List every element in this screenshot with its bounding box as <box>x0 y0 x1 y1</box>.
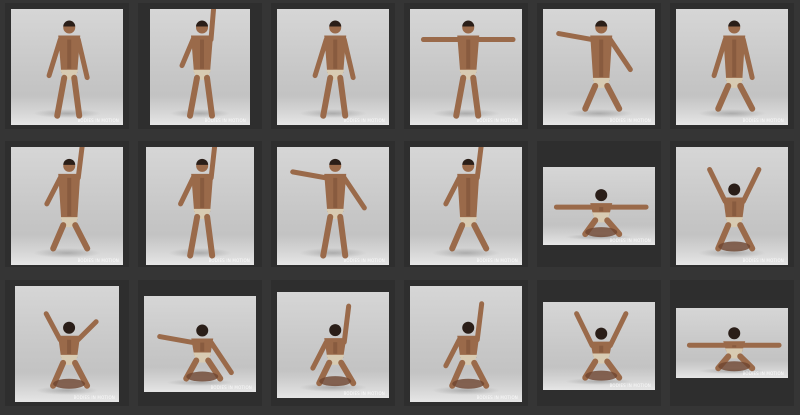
thumbnail-image[interactable]: BODIES IN MOTION <box>410 9 522 125</box>
thumbnail-cell[interactable]: BODIES IN MOTION <box>670 3 794 129</box>
thumbnail-cell[interactable]: BODIES IN MOTION <box>537 141 661 267</box>
thumbnail-image[interactable]: BODIES IN MOTION <box>676 9 788 125</box>
thumbnail-image[interactable]: BODIES IN MOTION <box>676 308 788 378</box>
thumbnail-cell[interactable]: BODIES IN MOTION <box>138 3 262 129</box>
figure-pose <box>178 147 218 259</box>
thumbnail-image[interactable]: BODIES IN MOTION <box>543 9 655 125</box>
figure-pose <box>574 311 629 381</box>
thumbnail-cell[interactable]: BODIES IN MOTION <box>404 3 528 129</box>
thumbnail-cell[interactable]: BODIES IN MOTION <box>271 280 395 406</box>
figure-pose <box>443 301 490 389</box>
figure-pose <box>157 324 234 382</box>
watermark: BODIES IN MOTION <box>204 118 246 123</box>
thumbnail-cell[interactable]: BODIES IN MOTION <box>271 3 395 129</box>
thumbnail-image[interactable]: BODIES IN MOTION <box>144 296 256 392</box>
thumbnail-cell[interactable]: BODIES IN MOTION <box>404 141 528 267</box>
thumbnail-image[interactable]: BODIES IN MOTION <box>543 167 655 245</box>
figure-pose <box>707 166 762 252</box>
thumbnail-image[interactable]: BODIES IN MOTION <box>15 286 119 402</box>
figure-pose <box>312 20 356 119</box>
watermark: BODIES IN MOTION <box>343 118 385 123</box>
thumbnail-cell[interactable]: BODIES IN MOTION <box>5 3 129 129</box>
thumbnail-cell[interactable]: BODIES IN MOTION <box>670 141 794 267</box>
watermark: BODIES IN MOTION <box>609 383 651 388</box>
thumbnail-image[interactable]: BODIES IN MOTION <box>11 9 123 125</box>
watermark: BODIES IN MOTION <box>208 258 250 263</box>
figure-pose <box>443 147 490 252</box>
figure-pose <box>46 20 90 119</box>
thumbnail-cell[interactable]: BODIES IN MOTION <box>138 280 262 406</box>
thumbnail-image[interactable]: BODIES IN MOTION <box>277 147 389 265</box>
thumbnail-image[interactable]: BODIES IN MOTION <box>676 147 788 265</box>
thumbnail-image[interactable]: BODIES IN MOTION <box>150 9 250 125</box>
watermark: BODIES IN MOTION <box>77 258 119 263</box>
watermark: BODIES IN MOTION <box>476 395 518 400</box>
watermark: BODIES IN MOTION <box>742 118 784 123</box>
thumbnail-image[interactable]: BODIES IN MOTION <box>11 147 123 265</box>
watermark: BODIES IN MOTION <box>476 118 518 123</box>
thumbnail-image[interactable]: BODIES IN MOTION <box>410 286 522 402</box>
watermark: BODIES IN MOTION <box>742 371 784 376</box>
watermark: BODIES IN MOTION <box>210 385 252 390</box>
thumbnail-image[interactable]: BODIES IN MOTION <box>277 9 389 125</box>
thumbnail-image[interactable]: BODIES IN MOTION <box>277 292 389 398</box>
watermark: BODIES IN MOTION <box>77 118 119 123</box>
figure-pose <box>310 303 357 387</box>
watermark: BODIES IN MOTION <box>742 258 784 263</box>
figure-pose <box>43 311 99 389</box>
thumbnail-cell[interactable]: BODIES IN MOTION <box>271 141 395 267</box>
thumbnail-image[interactable]: BODIES IN MOTION <box>410 147 522 265</box>
figure-pose <box>44 147 91 252</box>
watermark: BODIES IN MOTION <box>73 395 115 400</box>
thumbnail-cell[interactable]: BODIES IN MOTION <box>537 3 661 129</box>
thumbnail-cell[interactable]: BODIES IN MOTION <box>404 280 528 406</box>
watermark: BODIES IN MOTION <box>343 391 385 396</box>
watermark: BODIES IN MOTION <box>476 258 518 263</box>
figure-pose <box>553 189 649 238</box>
thumbnail-cell[interactable]: BODIES IN MOTION <box>138 141 262 267</box>
watermark: BODIES IN MOTION <box>343 258 385 263</box>
thumbnail-cell[interactable]: BODIES IN MOTION <box>5 141 129 267</box>
figure-pose <box>711 20 756 112</box>
figure-pose <box>179 9 217 119</box>
watermark: BODIES IN MOTION <box>609 238 651 243</box>
thumbnail-image[interactable]: BODIES IN MOTION <box>146 147 254 265</box>
watermark: BODIES IN MOTION <box>609 118 651 123</box>
thumbnail-cell[interactable]: BODIES IN MOTION <box>670 280 794 406</box>
thumbnail-cell[interactable]: BODIES IN MOTION <box>5 280 129 406</box>
thumbnail-image[interactable]: BODIES IN MOTION <box>543 302 655 390</box>
figure-pose <box>420 20 516 119</box>
thumbnail-cell[interactable]: BODIES IN MOTION <box>537 280 661 406</box>
figure-pose <box>686 327 782 372</box>
figure-pose <box>556 20 633 112</box>
figure-pose <box>290 158 367 259</box>
